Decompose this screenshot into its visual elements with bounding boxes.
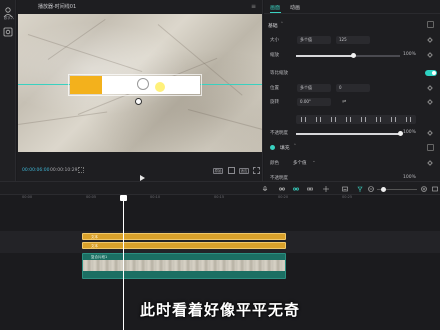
text-clip-1[interactable]: 文本 [82,233,286,240]
subtitle-icon[interactable] [342,186,348,192]
avatar-icon[interactable] [2,3,14,18]
rotate-field[interactable]: 0.00° [297,98,331,106]
ruler-label: 00:05 [86,195,97,199]
size-label: 大小 [270,38,279,43]
time-ruler[interactable]: 00:00 00:05 00:10 00:15 00:20 00:25 [0,195,440,203]
playhead-handle[interactable] [120,195,127,201]
lock-label: 等比缩放 [270,71,288,76]
microphone-icon[interactable] [262,186,268,192]
mouse-cursor-highlight [155,82,165,92]
reset-icon[interactable] [427,21,434,28]
align-bottom-icon[interactable] [376,117,381,122]
player-transport: 00:00:06:00 00:00:10:29 原始 适应 [17,162,263,181]
opacity-label: 不透明度 [270,131,288,136]
player-header: 播放器-时间线01 ≡ [17,0,263,13]
keyframe-icon[interactable] [427,130,433,136]
playhead-link-icon[interactable] [357,186,363,192]
ruler-label: 00:15 [214,195,225,199]
inspector-tabs: 画面 动画 [264,0,440,14]
rotate-handle-icon[interactable] [135,98,142,105]
ruler-label: 00:25 [342,195,353,199]
opacity-slider-knob[interactable] [397,131,403,136]
linkage-icon[interactable] [307,186,313,192]
text-clip-2[interactable]: 文本 [82,242,286,249]
position-x-field[interactable]: 多个值 [297,84,331,92]
grid-icon[interactable] [78,167,84,173]
ratio-button[interactable]: 原始 [213,168,223,174]
more-icon[interactable]: ≡ [251,3,256,10]
chevron-up-icon[interactable]: ⌃ [280,22,284,27]
scale-label: 缩放 [270,53,279,58]
fill-section-title[interactable]: 填充 [280,144,290,151]
alpha-value[interactable]: 100% [403,175,416,180]
keyframe-icon[interactable] [427,160,433,166]
align-top-icon[interactable] [346,117,351,122]
active-tab-underline [270,12,281,13]
player-title: 播放器-时间线01 [38,4,77,10]
scale-slider-knob[interactable] [350,53,356,58]
video-clip[interactable]: 复合片段1 [82,253,286,279]
uniform-scale-toggle[interactable] [425,70,437,76]
keyframe-icon[interactable] [427,99,433,105]
scale-value[interactable]: 100% [403,52,416,57]
scale-slider-fill [296,55,354,57]
chevron-down-icon[interactable]: ⌄ [312,159,316,164]
reset-icon[interactable] [427,144,434,151]
inspector-panel: 画面 动画 基础 ⌃ 大小 多个值 125 缩放 100% 等比缩放 位置 多个… [264,0,440,181]
crop-icon[interactable] [228,167,235,174]
keyframe-icon[interactable] [427,85,433,91]
video-clip-thumbnails [83,260,285,271]
zoom-out-icon[interactable] [368,186,374,192]
tab-animation[interactable]: 动画 [290,4,300,11]
selection-box[interactable] [68,74,202,96]
align-right-icon[interactable] [331,117,336,122]
flip-icon[interactable]: ⇌ [342,99,346,105]
cursor-ring [137,78,149,90]
tab-canvas[interactable]: 画面 [270,4,280,11]
color-label: 颜色 [270,161,279,166]
zoom-slider-knob[interactable] [381,187,386,192]
align-left-icon[interactable] [301,117,306,122]
video-subtitle: 此时看着好像平平无奇 [139,301,300,319]
magnet-snap-icon[interactable] [293,186,299,192]
keyframe-icon[interactable] [427,37,433,43]
editor-app: 数字人 播放器-时间线01 ≡ 00:00:06:00 00:00:10:29 … [0,0,440,330]
rail-label-avatar: 数字人 [3,16,15,20]
timecode-current: 00:00:06:00 [22,168,50,173]
left-rail: 数字人 [0,0,16,181]
ruler-label: 00:00 [22,195,33,199]
basic-section-title[interactable]: 基础 [268,22,278,29]
play-button[interactable] [138,167,146,181]
opacity-slider-fill [296,133,400,135]
chevron-up-icon[interactable]: ⌃ [293,144,297,149]
preview-axis-icon[interactable] [323,186,329,192]
timecode-total: 00:00:10:29 [50,168,78,173]
align-toolbar [296,115,416,124]
fit-button[interactable]: 适应 [239,168,249,174]
size-y-field[interactable]: 125 [336,36,370,44]
link-icon[interactable] [279,186,285,192]
size-x-field[interactable]: 多个值 [297,36,331,44]
timeline-panel[interactable]: 00:00 00:05 00:10 00:15 00:20 00:25 文本 文… [0,195,440,330]
rotate-label: 旋转 [270,100,279,105]
ruler-label: 00:10 [150,195,161,199]
align-center-h-icon[interactable] [316,117,321,122]
distribute-h-icon[interactable] [391,117,396,122]
opacity-value[interactable]: 100% [403,130,416,135]
position-label: 位置 [270,86,279,91]
distribute-v-icon[interactable] [406,117,411,122]
fullscreen-icon[interactable] [253,167,260,174]
zoom-in-icon[interactable] [421,186,427,192]
position-y-field[interactable]: 0 [336,84,370,92]
timeline-toolbar [0,181,440,195]
ruler-label: 00:20 [278,195,289,199]
align-center-v-icon[interactable] [361,117,366,122]
filter-icon[interactable] [2,23,14,37]
fit-timeline-icon[interactable] [432,186,438,192]
preview-canvas[interactable] [18,14,262,152]
fill-enabled-icon[interactable] [270,145,275,150]
keyframe-icon[interactable] [427,52,433,58]
player-panel: 播放器-时间线01 ≡ 00:00:06:00 00:00:10:29 原始 适… [17,0,263,181]
color-value[interactable]: 多个值 [293,160,307,166]
